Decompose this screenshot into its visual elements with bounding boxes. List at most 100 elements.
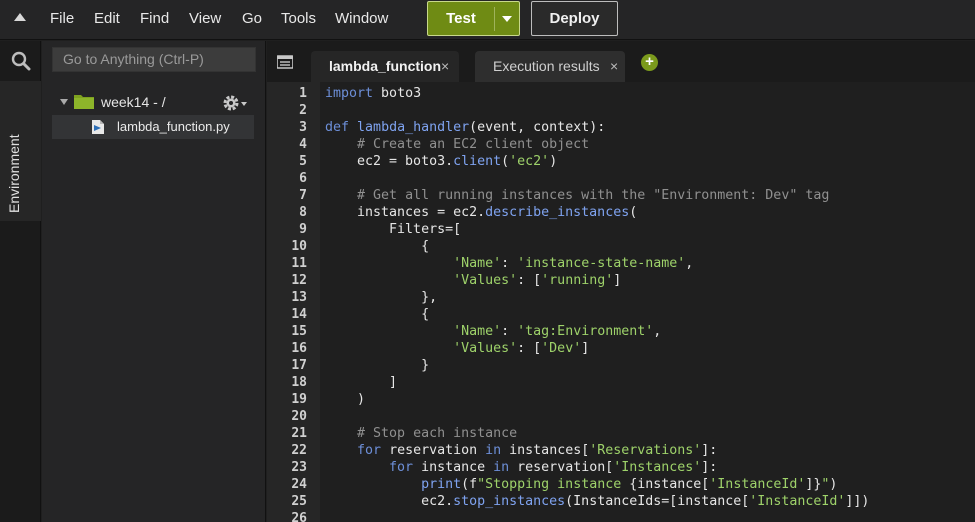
code-token: reservation[ [509,460,614,475]
code-line[interactable]: for instance in reservation['Instances']… [325,459,717,476]
code-token: 'Dev' [541,341,582,356]
code-editor[interactable]: 1 2 3 4 5 6 7 8 9 10 11 12 13 14 15 16 17 18 19 20 21 22 23 24 2… [267,82,975,522]
line-number: 20 [291,409,307,424]
code-token: ( [629,205,638,220]
line-number: 22 [291,443,307,458]
tree-file-lambda-function[interactable]: lambda_function.py [52,115,254,139]
code-token: ) [549,154,558,169]
code-line[interactable]: ec2.stop_instances(InstanceIds=[instance… [325,493,869,510]
code-line[interactable]: # Create an EC2 client object [325,136,589,153]
line-number: 7 [299,188,307,203]
code-token: { [325,307,430,322]
code-token: in [493,460,510,475]
tab-execution-results[interactable]: Execution results × [475,51,625,82]
line-number: 12 [291,273,307,288]
tab-label[interactable]: Execution results [493,58,600,74]
tab-lambda-function[interactable]: lambda_function × [311,51,459,82]
line-number: 16 [291,341,307,356]
test-button-label[interactable]: Test [428,2,494,35]
menu-tools[interactable]: Tools [281,10,316,27]
close-tab-icon[interactable]: × [607,51,619,81]
code-line[interactable]: ec2 = boto3.client('ec2') [325,153,557,170]
code-token: stop_instances [453,494,566,509]
test-dropdown-icon[interactable] [502,16,512,22]
menu-view[interactable]: View [189,10,221,27]
code-line[interactable]: instances = ec2.describe_instances( [325,204,637,221]
code-line[interactable]: 'Name': 'instance-state-name', [325,255,693,272]
test-button[interactable]: Test [427,1,520,36]
code-line[interactable]: { [325,306,429,323]
code-token: "Stopping instance [477,477,630,492]
tab-list-icon[interactable] [277,55,293,69]
environment-label[interactable]: Environment [6,134,22,213]
environment-tab[interactable]: Environment [0,81,41,221]
tab-label[interactable]: lambda_function [329,58,441,74]
line-number: 23 [291,460,307,475]
code-token: 'running' [541,273,614,288]
code-token: 'Values' [453,341,518,356]
code-token: ec2. [325,494,454,509]
line-number: 15 [291,324,307,339]
line-number: 13 [291,290,307,305]
code-line[interactable]: # Get all running instances with the "En… [325,187,829,204]
code-line[interactable]: def lambda_handler(event, context): [325,119,605,136]
code-token: reservation [381,443,486,458]
code-token: describe_instances [485,205,630,220]
menu-window[interactable]: Window [335,10,388,27]
code-token: ( [501,154,510,169]
line-number: 8 [299,205,307,220]
code-line[interactable]: # Stop each instance [325,425,517,442]
code-token: : [ [517,341,542,356]
gear-icon[interactable] [222,93,248,113]
code-token: , [653,324,662,339]
code-line[interactable]: { [325,238,429,255]
expand-arrow-icon[interactable] [60,99,68,105]
code-line[interactable]: 'Values': ['Dev'] [325,340,589,357]
code-line[interactable]: print(f"Stopping instance {instance['Ins… [325,476,837,493]
code-token: : [ [517,273,542,288]
menu-edit[interactable]: Edit [94,10,120,27]
deploy-button[interactable]: Deploy [531,1,618,36]
line-number: 25 [291,494,307,509]
close-tab-icon[interactable]: × [441,51,449,81]
line-number: 24 [291,477,307,492]
code-line[interactable]: 'Values': ['running'] [325,272,621,289]
code-token: 'Instances' [613,460,702,475]
code-token: (InstanceIds=[instance[ [565,494,750,509]
folder-name[interactable]: week14 - / [101,94,166,110]
code-token: ) [325,392,366,407]
search-icon[interactable] [11,51,31,71]
line-number: 6 [299,171,307,186]
code-token: for [389,460,414,475]
menu-file[interactable]: File [50,10,74,27]
code-line[interactable]: }, [325,289,437,306]
file-tree-panel: Go to Anything (Ctrl-P) week14 - / lambd… [42,41,266,522]
code-token: {instance[ [629,477,710,492]
code-line[interactable]: 'Name': 'tag:Environment', [325,323,661,340]
code-token: 'InstanceId' [709,477,806,492]
line-number: 14 [291,307,307,322]
go-to-anything-input[interactable]: Go to Anything (Ctrl-P) [52,47,256,72]
menu-find[interactable]: Find [140,10,169,27]
file-name[interactable]: lambda_function.py [117,119,230,134]
line-number: 10 [291,239,307,254]
collapse-menu-icon[interactable] [14,13,26,21]
code-token: instance [413,460,494,475]
code-line[interactable]: Filters=[ [325,221,461,238]
code-line[interactable]: } [325,357,429,374]
code-line[interactable]: import boto3 [325,85,421,102]
code-token: ]: [701,460,718,475]
add-tab-icon[interactable]: + [641,54,658,71]
code-token: 'Values' [453,273,518,288]
code-line[interactable]: ) [325,391,365,408]
menu-go[interactable]: Go [242,10,262,27]
code-line[interactable]: ] [325,374,397,391]
line-number: 4 [299,137,307,152]
code-token: } [325,358,430,373]
code-line[interactable]: for reservation in instances['Reservatio… [325,442,717,459]
folder-icon [74,95,94,109]
